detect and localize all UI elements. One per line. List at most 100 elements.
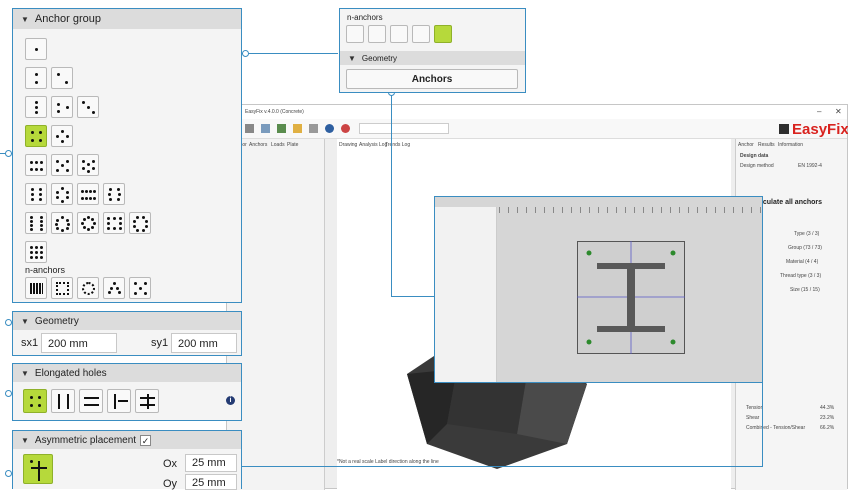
result-tension-label: Tension <box>746 405 764 411</box>
toolbar-icon-new[interactable] <box>245 124 254 133</box>
toolbar-icon-settings[interactable] <box>341 124 350 133</box>
asymmetric-placement-title: Asymmetric placement <box>34 434 137 446</box>
pattern-8-rect-button[interactable] <box>77 183 99 205</box>
logo-icon <box>779 124 789 134</box>
top-n-anchors-label: n-anchors <box>347 13 383 22</box>
pattern-4-diamond-button[interactable] <box>51 125 73 147</box>
tab-loads[interactable]: Loads <box>271 142 285 148</box>
row-thread[interactable]: Thread type (3 / 3) <box>780 273 821 279</box>
toolbar-icon-save[interactable] <box>277 124 286 133</box>
toolbar-icon-print[interactable] <box>309 124 318 133</box>
n-custom-pattern-button[interactable] <box>129 277 151 299</box>
n-triangle-pattern-button[interactable] <box>103 277 125 299</box>
footer-note: *Not a real scale Label direction along … <box>337 459 439 465</box>
anchors-button[interactable]: Anchors <box>346 69 518 89</box>
elongated-horizontal-button[interactable] <box>79 389 103 413</box>
geometry-title: Geometry <box>34 315 79 327</box>
row-group[interactable]: Group (73 / 73) <box>788 245 822 251</box>
pattern-3-triangle-button[interactable] <box>51 96 73 118</box>
pattern-3-diagonal-button[interactable] <box>77 96 99 118</box>
top-rect-pattern-button[interactable] <box>368 25 386 43</box>
design-data-header[interactable]: Design data <box>740 153 768 159</box>
pattern-3-vertical-button[interactable] <box>25 96 47 118</box>
pattern-2-diagonal-button[interactable] <box>51 67 73 89</box>
pattern-ring-button[interactable] <box>77 212 99 234</box>
minimize-icon[interactable]: – <box>817 107 821 116</box>
top-grid-pattern-button[interactable] <box>346 25 364 43</box>
info-icon[interactable]: i <box>226 396 235 405</box>
sy1-label: sy1 <box>151 337 169 349</box>
pattern-hexagon-button[interactable] <box>51 183 73 205</box>
view-tab-trends[interactable]: Trends Log <box>385 142 410 148</box>
pattern-9-grid-button[interactable] <box>25 241 47 263</box>
pattern-octagon-button[interactable] <box>129 212 151 234</box>
design-method-label: Design method <box>740 163 774 169</box>
asymmetric-placement-preview-button[interactable] <box>23 454 53 484</box>
toolbar-icon-export[interactable] <box>293 124 302 133</box>
result-combined-label: Combined - Tension/Shear <box>746 425 806 431</box>
pattern-circle-8-button[interactable] <box>51 212 73 234</box>
n-grid-pattern-button[interactable] <box>25 277 47 299</box>
oy-label: Oy <box>163 478 178 490</box>
row-size[interactable]: Size (15 / 15) <box>790 287 820 293</box>
app-titlebar: EasyFix v.4.0.0 (Concrete) – ✕ <box>227 105 847 119</box>
top-triangle-pattern-button[interactable] <box>412 25 430 43</box>
tab-anchors[interactable]: Anchors <box>249 142 267 148</box>
anchor-group-title: Anchor group <box>34 13 101 25</box>
inset-ruler <box>499 207 761 213</box>
pattern-1-anchor-button[interactable] <box>25 38 47 60</box>
geometry-header[interactable]: ▼ Geometry <box>13 312 241 330</box>
row-material[interactable]: Material (4 / 4) <box>786 259 818 265</box>
pattern-vertical-rows-button[interactable] <box>25 212 47 234</box>
pattern-2-vertical-button[interactable] <box>25 67 47 89</box>
ox-input[interactable]: 25 mm <box>185 454 237 472</box>
elongated-vertical-button[interactable] <box>51 389 75 413</box>
result-combined-value: 66.2% <box>820 425 835 431</box>
anchor-group-header[interactable]: ▼ Anchor group <box>13 9 241 29</box>
elongated-mixed-button[interactable] <box>107 389 131 413</box>
elongated-holes-header[interactable]: ▼ Elongated holes <box>13 364 241 382</box>
connector-knob <box>242 50 249 57</box>
app-toolbar: EasyFix <box>227 119 848 139</box>
asymmetric-placement-header[interactable]: ▼ Asymmetric placement ✓ <box>13 431 241 449</box>
n-circle-pattern-button[interactable] <box>77 277 99 299</box>
top-anchors-panel: n-anchors ▼ Geometry Anchors <box>339 8 526 93</box>
anchors-button-label: Anchors <box>411 73 453 85</box>
asymmetric-placement-checkbox[interactable]: ✓ <box>140 434 152 446</box>
right-tab-results[interactable]: Results <box>758 142 775 148</box>
right-tab-information[interactable]: Information <box>778 142 803 148</box>
right-tab-anchor[interactable]: Anchor <box>738 142 754 148</box>
pattern-rect-frame-button[interactable] <box>103 212 125 234</box>
pattern-4-square-button[interactable] <box>25 125 47 147</box>
collapse-triangle-icon: ▼ <box>21 14 29 24</box>
top-custom-pattern-button[interactable] <box>434 25 452 43</box>
pattern-6-grid-button[interactable] <box>25 154 47 176</box>
collapse-triangle-icon: ▼ <box>21 435 29 445</box>
design-method-value[interactable]: EN 1992-4 <box>798 163 822 169</box>
asymmetric-placement-panel: ▼ Asymmetric placement ✓ Ox 25 mm Oy 25 … <box>12 430 242 490</box>
result-shear-label: Shear <box>746 415 760 421</box>
row-type[interactable]: Type (3 / 3) <box>794 231 819 237</box>
view-tab-drawing[interactable]: Drawing <box>339 142 357 148</box>
toolbar-icon-info[interactable] <box>325 124 334 133</box>
sx1-input[interactable]: 200 mm <box>41 333 117 353</box>
elongated-cross-button[interactable] <box>135 389 159 413</box>
language-select[interactable] <box>359 123 449 134</box>
pattern-5-button[interactable] <box>51 154 73 176</box>
toolbar-icon-open[interactable] <box>261 124 270 133</box>
ox-label: Ox <box>163 458 178 470</box>
close-icon[interactable]: ✕ <box>835 107 842 116</box>
top-geometry-header[interactable]: ▼ Geometry <box>340 51 525 65</box>
sy1-input[interactable]: 200 mm <box>171 333 237 353</box>
pattern-6-vertical-button[interactable] <box>25 183 47 205</box>
n-anchors-label: n-anchors <box>25 265 66 275</box>
pattern-8-square-button[interactable] <box>103 183 125 205</box>
pattern-6-offset-button[interactable] <box>77 154 99 176</box>
view-tab-analysis[interactable]: Analysis Log <box>359 142 387 148</box>
oy-input[interactable]: 25 mm <box>185 474 237 490</box>
elongated-none-button[interactable] <box>23 389 47 413</box>
tab-plate[interactable]: Plate <box>287 142 298 148</box>
n-rect-pattern-button[interactable] <box>51 277 73 299</box>
top-circle-pattern-button[interactable] <box>390 25 408 43</box>
connector-knob <box>5 470 12 477</box>
